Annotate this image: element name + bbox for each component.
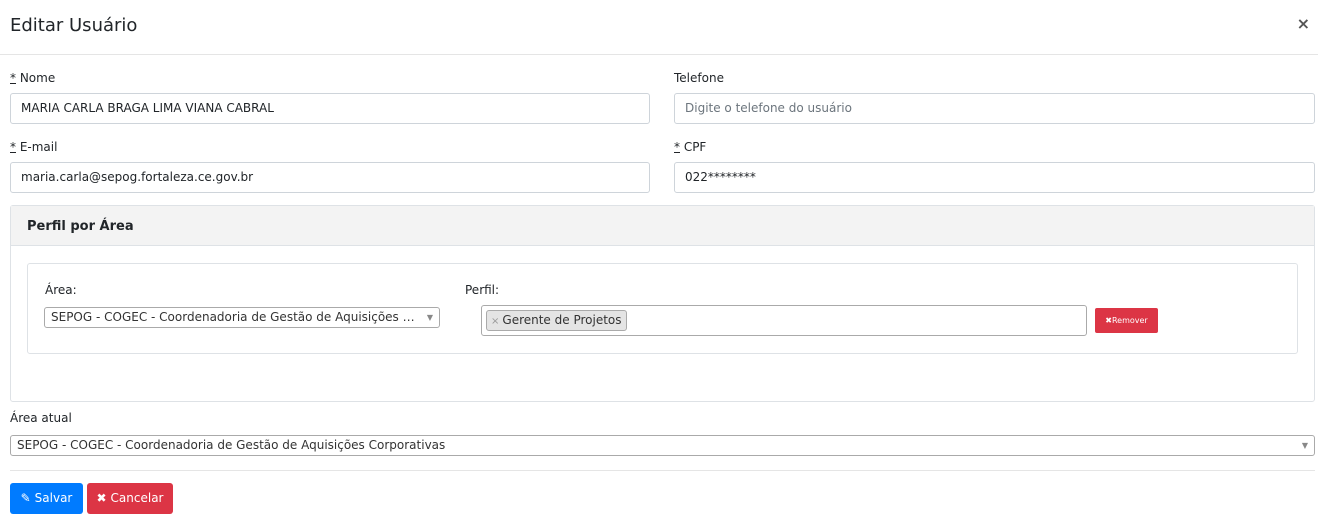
email-label: * E-mail	[10, 140, 58, 154]
modal-title: Editar Usuário	[10, 15, 138, 36]
cpf-input[interactable]: 022********	[674, 162, 1315, 193]
area-atual-label: Área atual	[10, 411, 72, 425]
panel-title: Perfil por Área	[27, 219, 134, 234]
remover-button[interactable]: ✖Remover	[1095, 308, 1158, 333]
header-divider	[0, 54, 1318, 55]
nome-label: * Nome	[10, 71, 56, 85]
dropdown-arrow-icon: ▼	[1301, 441, 1308, 450]
cpf-label: * CPF	[674, 140, 707, 154]
perfil-por-area-panel: Perfil por Área Área: SEPOG - COGEC - Co…	[10, 205, 1315, 402]
panel-header: Perfil por Área	[11, 206, 1314, 246]
perfil-multiselect[interactable]: × Gerente de Projetos	[481, 305, 1087, 336]
area-select-value: SEPOG - COGEC - Coordenadoria de Gestão …	[51, 310, 423, 324]
area-select[interactable]: SEPOG - COGEC - Coordenadoria de Gestão …	[44, 307, 440, 328]
cancelar-button[interactable]: ✖ Cancelar	[87, 483, 173, 514]
cancelar-label: Cancelar	[110, 491, 164, 505]
close-icon: ✖	[96, 491, 107, 505]
remove-icon: ✖	[1105, 316, 1112, 325]
dropdown-arrow-icon: ▼	[426, 313, 433, 322]
telefone-input[interactable]: Digite o telefone do usuário	[674, 93, 1315, 124]
perfil-area-row: Área: SEPOG - COGEC - Coordenadoria de G…	[27, 263, 1298, 354]
footer-divider	[10, 470, 1315, 471]
remover-label: Remover	[1111, 316, 1148, 325]
area-atual-value: SEPOG - COGEC - Coordenadoria de Gestão …	[17, 438, 446, 452]
perfil-tag: × Gerente de Projetos	[486, 310, 627, 331]
perfil-label: Perfil:	[465, 283, 500, 297]
area-atual-select[interactable]: SEPOG - COGEC - Coordenadoria de Gestão …	[10, 435, 1315, 456]
salvar-label: Salvar	[34, 491, 73, 505]
nome-input[interactable]: MARIA CARLA BRAGA LIMA VIANA CABRAL	[10, 93, 650, 124]
close-icon[interactable]: ×	[1297, 14, 1310, 33]
tag-remove-icon[interactable]: ×	[491, 316, 499, 327]
tag-label: Gerente de Projetos	[502, 313, 622, 327]
area-label: Área:	[45, 283, 77, 297]
salvar-button[interactable]: ✎ Salvar	[10, 483, 83, 514]
edit-icon: ✎	[20, 491, 31, 505]
telefone-label: Telefone	[674, 71, 724, 85]
email-input[interactable]: maria.carla@sepog.fortaleza.ce.gov.br	[10, 162, 650, 193]
